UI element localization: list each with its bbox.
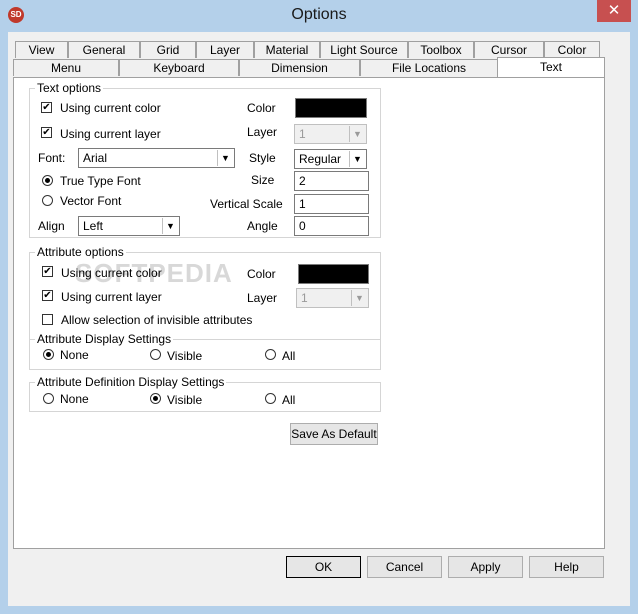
attr-def-none-radio[interactable] [43,393,54,404]
tab-light-source[interactable]: Light Source [320,41,408,58]
chevron-down-icon: ▼ [351,290,367,306]
attr-display-visible-label: Visible [167,349,203,363]
attr-def-all-radio[interactable] [265,393,276,404]
chevron-down-icon: ▼ [162,218,178,234]
tab-grid[interactable]: Grid [140,41,196,58]
tab-keyboard[interactable]: Keyboard [119,59,239,76]
text-color-swatch[interactable] [295,98,367,118]
window-title: Options [291,6,347,23]
chevron-down-icon: ▼ [217,150,233,166]
tab-cursor[interactable]: Cursor [474,41,544,58]
attr-color-label: Color [247,267,276,281]
attr-display-all-radio[interactable] [265,349,276,360]
attr-layer-select[interactable]: 1 ▼ [296,288,369,308]
allow-invisible-attributes-label: Allow selection of invisible attributes [61,313,253,327]
ok-button[interactable]: OK [286,556,361,578]
text-layer-label: Layer [247,125,278,139]
save-as-default-button[interactable]: Save As Default [290,423,378,445]
cancel-button[interactable]: Cancel [367,556,442,578]
apply-button[interactable]: Apply [448,556,523,578]
tab-file-locations[interactable]: File Locations [360,59,498,76]
attr-def-visible-label: Visible [167,393,203,407]
attr-color-swatch[interactable] [298,264,369,284]
attr-def-all-label: All [282,393,296,407]
font-select[interactable]: Arial ▼ [78,148,235,168]
vertical-scale-input[interactable]: 1 [294,194,369,214]
size-input[interactable]: 2 [294,171,369,191]
title-bar: Options [0,0,638,32]
attr-def-visible-radio[interactable] [150,393,161,404]
attr-layer-value: 1 [301,291,308,305]
align-value: Left [83,219,104,233]
tab-material[interactable]: Material [254,41,320,58]
align-select[interactable]: Left ▼ [78,216,180,236]
angle-input[interactable]: 0 [294,216,369,236]
window-frame-bottom [0,606,638,614]
vertical-scale-label: Vertical Scale [210,197,283,211]
attr-layer-label: Layer [247,291,278,305]
text-color-label: Color [247,101,276,115]
angle-label: Angle [247,219,278,233]
text-use-color-checkbox[interactable]: ✔ [41,102,52,113]
attr-display-none-label: None [60,348,89,362]
attr-display-label: Attribute Display Settings [35,332,174,346]
align-label: Align [38,219,65,233]
text-use-layer-label: Using current layer [60,127,161,141]
attr-display-all-label: All [282,349,296,363]
tab-color[interactable]: Color [544,41,600,58]
tab-toolbox[interactable]: Toolbox [408,41,474,58]
chevron-down-icon: ▼ [349,151,365,167]
text-options-label: Text options [35,81,104,95]
window-frame-left [0,32,8,614]
truetype-font-label: True Type Font [60,174,141,188]
attribute-options-label: Attribute options [35,245,126,259]
text-use-color-label: Using current color [60,101,161,115]
tab-general[interactable]: General [68,41,140,58]
window-frame-right [630,32,638,614]
style-value: Regular [299,152,342,166]
tab-view[interactable]: View [15,41,68,58]
allow-invisible-attributes-checkbox[interactable] [42,314,53,325]
attr-use-layer-checkbox[interactable]: ✔ [42,290,53,301]
style-select[interactable]: Regular ▼ [294,149,367,169]
tab-dimension[interactable]: Dimension [239,59,360,76]
help-button[interactable]: Help [529,556,604,578]
text-use-layer-checkbox[interactable]: ✔ [41,127,52,138]
attr-def-display-label: Attribute Definition Display Settings [35,375,227,389]
tab-menu[interactable]: Menu [13,59,119,76]
text-layer-value: 1 [299,127,306,141]
attr-use-color-checkbox[interactable]: ✔ [42,266,53,277]
size-label: Size [251,173,275,187]
attr-display-none-radio[interactable] [43,349,54,360]
font-label: Font: [38,151,66,165]
vector-font-radio[interactable] [42,195,53,206]
text-layer-select[interactable]: 1 ▼ [294,124,367,144]
font-value: Arial [83,151,108,165]
vector-font-label: Vector Font [60,194,122,208]
attr-use-layer-label: Using current layer [61,290,162,304]
tab-text[interactable]: Text [497,57,605,77]
app-icon[interactable]: SD [8,7,24,23]
attr-use-color-label: Using current color [61,266,162,280]
attr-display-visible-radio[interactable] [150,349,161,360]
close-button[interactable]: ✕ [597,0,631,22]
style-label: Style [249,151,276,165]
truetype-font-radio[interactable] [42,175,53,186]
tab-layer[interactable]: Layer [196,41,254,58]
chevron-down-icon: ▼ [349,126,365,142]
attr-def-none-label: None [60,392,89,406]
